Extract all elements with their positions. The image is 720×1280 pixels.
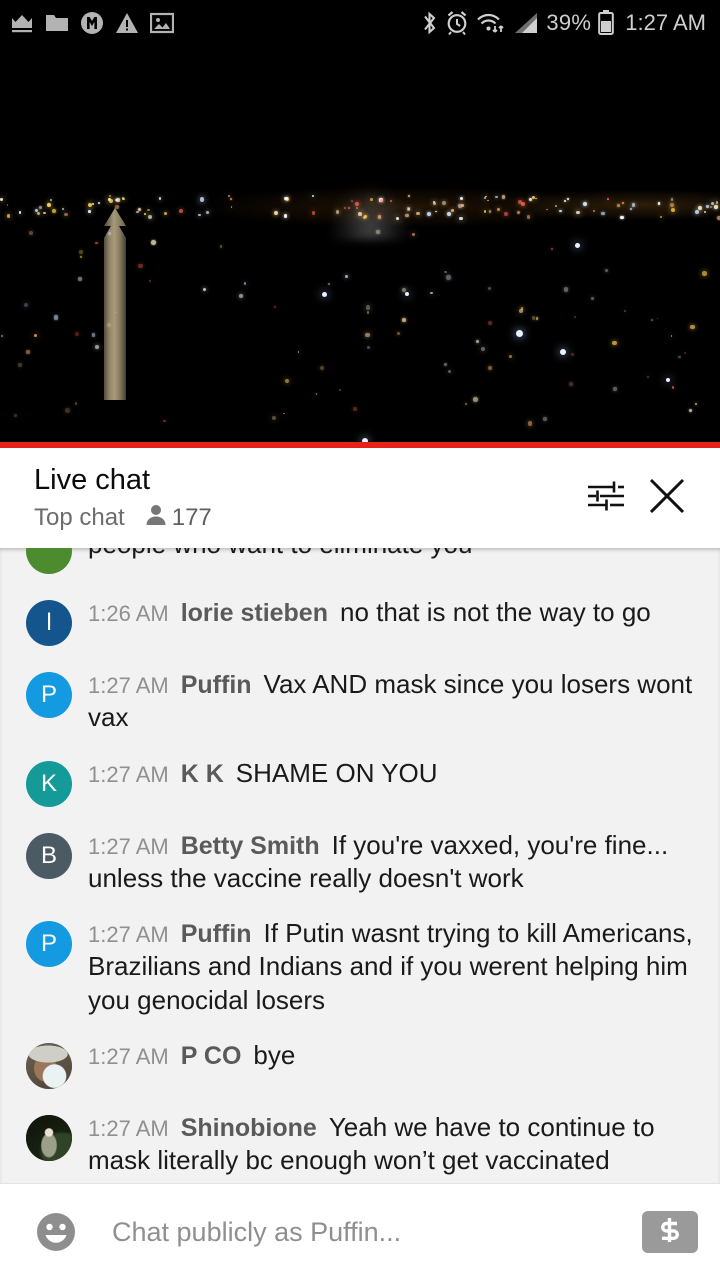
bluetooth-icon	[421, 10, 438, 36]
chat-input-bar	[0, 1183, 720, 1280]
battery-icon	[598, 10, 615, 35]
avatar[interactable]: l	[26, 600, 72, 646]
avatar[interactable]	[26, 548, 72, 574]
youtube-live-chat-screen: 39% 1:27 AM Live chat Top chat 177 l 1:2…	[0, 0, 720, 1280]
message-author[interactable]: Betty Smith	[181, 832, 320, 860]
superchat-button[interactable]	[642, 1211, 698, 1253]
chat-message-body: 1:27 AM Betty Smith If you're vaxxed, you'…	[72, 829, 704, 896]
message-author[interactable]: Puffin	[181, 920, 252, 948]
message-timestamp: 1:27 AM	[88, 922, 169, 948]
chat-message[interactable]: people who want to eliminate you	[0, 548, 720, 585]
status-bar-left-icons	[10, 11, 174, 35]
message-author[interactable]: Shinobione	[181, 1114, 317, 1142]
chat-message[interactable]: l 1:26 AM lorie stieben no that is not the …	[0, 585, 720, 657]
smoke-plume	[330, 185, 410, 240]
chat-message-body: 1:26 AM lorie stieben no that is not the w…	[72, 596, 704, 629]
message-text: SHAME ON YOU	[235, 757, 438, 788]
message-timestamp: 1:27 AM	[88, 673, 169, 698]
wifi-icon	[476, 11, 506, 35]
message-timestamp: 1:26 AM	[88, 601, 169, 626]
chat-message[interactable]: P 1:27 AM Puffin Vax AND mask since you los…	[0, 657, 720, 746]
chat-message-list[interactable]: people who want to eliminate youl1:26 AM…	[0, 548, 720, 1183]
emoji-picker-button[interactable]	[30, 1206, 82, 1258]
close-chat-button[interactable]	[636, 467, 698, 529]
folder-icon	[45, 13, 69, 33]
chat-header-titles: Live chat Top chat 177	[34, 464, 574, 532]
cellular-signal-icon	[513, 12, 539, 34]
message-text: If Putin wasnt trying to kill Americans,…	[88, 918, 693, 1015]
battery-percent: 39%	[546, 9, 592, 35]
page-title: Live chat	[34, 463, 151, 496]
chat-message[interactable]: P 1:27 AM Puffin If Putin wasnt trying to k…	[0, 906, 720, 1028]
man-with-hat-photo	[26, 1042, 72, 1089]
status-bar-clock: 1:27 AM	[625, 9, 706, 35]
close-icon	[645, 474, 689, 523]
chat-message-body: 1:27 AM K K SHAME ON YOU	[72, 757, 704, 790]
chat-message-body: 1:27 AM P CO bye	[72, 1039, 704, 1072]
message-author[interactable]: Puffin	[181, 671, 252, 699]
message-text: Yeah we have to continue to mask literal…	[88, 1111, 655, 1176]
message-timestamp: 1:27 AM	[88, 833, 169, 859]
chat-settings-button[interactable]	[574, 467, 636, 529]
avatar[interactable]: K	[26, 760, 72, 807]
washington-monument	[104, 222, 126, 400]
message-text: Vax AND mask since you losers wont vax	[88, 669, 693, 733]
message-text: no that is not the way to go	[339, 597, 651, 627]
status-bar-right: 39% 1:27 AM	[421, 10, 706, 36]
message-text: people who want to eliminate you	[88, 548, 472, 559]
chat-message[interactable]: K 1:27 AM K K SHAME ON YOU	[0, 746, 720, 818]
chat-settings-sliders-icon	[584, 475, 626, 522]
message-timestamp: 1:27 AM	[88, 1043, 169, 1069]
dark-figure-photo	[26, 1114, 72, 1161]
message-author[interactable]: lorie stieben	[181, 599, 328, 627]
avatar[interactable]	[26, 1042, 72, 1089]
image-icon	[150, 12, 174, 34]
person-icon	[145, 503, 167, 532]
chat-message-body: people who want to eliminate you	[72, 548, 704, 561]
avatar[interactable]: P	[26, 672, 72, 718]
video-player[interactable]	[0, 45, 720, 448]
viewer-count-group: 177	[145, 503, 212, 532]
message-author[interactable]: K K	[181, 760, 224, 788]
chat-message[interactable]: 1:27 AM P CO bye	[0, 1028, 720, 1100]
m-circle-icon	[80, 11, 104, 35]
chat-message[interactable]: 1:27 AM Shinobione Yeah we have to continu…	[0, 1100, 720, 1183]
live-chat-header: Live chat Top chat 177	[0, 448, 720, 548]
chat-message-body: 1:27 AM Shinobione Yeah we have to continu…	[72, 1111, 704, 1178]
message-timestamp: 1:27 AM	[88, 1115, 169, 1141]
status-bar: 39% 1:27 AM	[0, 0, 720, 45]
chat-message-body: 1:27 AM Puffin Vax AND mask since you lose…	[72, 668, 704, 735]
chat-subheader: Top chat 177	[34, 503, 574, 532]
message-timestamp: 1:27 AM	[88, 761, 169, 787]
alarm-clock-icon	[445, 10, 469, 35]
avatar[interactable]: B	[26, 832, 72, 879]
emoji-smiley-icon	[30, 1213, 82, 1262]
chat-message[interactable]: B 1:27 AM Betty Smith If you're vaxxed, you…	[0, 818, 720, 907]
avatar[interactable]	[26, 1114, 72, 1161]
chat-mode-label[interactable]: Top chat	[34, 504, 125, 532]
viewer-count: 177	[171, 503, 212, 531]
message-text: bye	[253, 1039, 296, 1070]
chat-message-body: 1:27 AM Puffin If Putin wasnt trying to ki…	[72, 917, 704, 1017]
avatar[interactable]: P	[26, 921, 72, 968]
warning-triangle-icon	[115, 12, 139, 34]
message-text: If you're vaxxed, you're fine... unless …	[88, 829, 669, 893]
chat-input[interactable]	[82, 1216, 642, 1248]
message-author[interactable]: P CO	[181, 1042, 242, 1070]
dollar-sign-icon	[655, 1215, 685, 1250]
crown-icon	[10, 12, 34, 34]
